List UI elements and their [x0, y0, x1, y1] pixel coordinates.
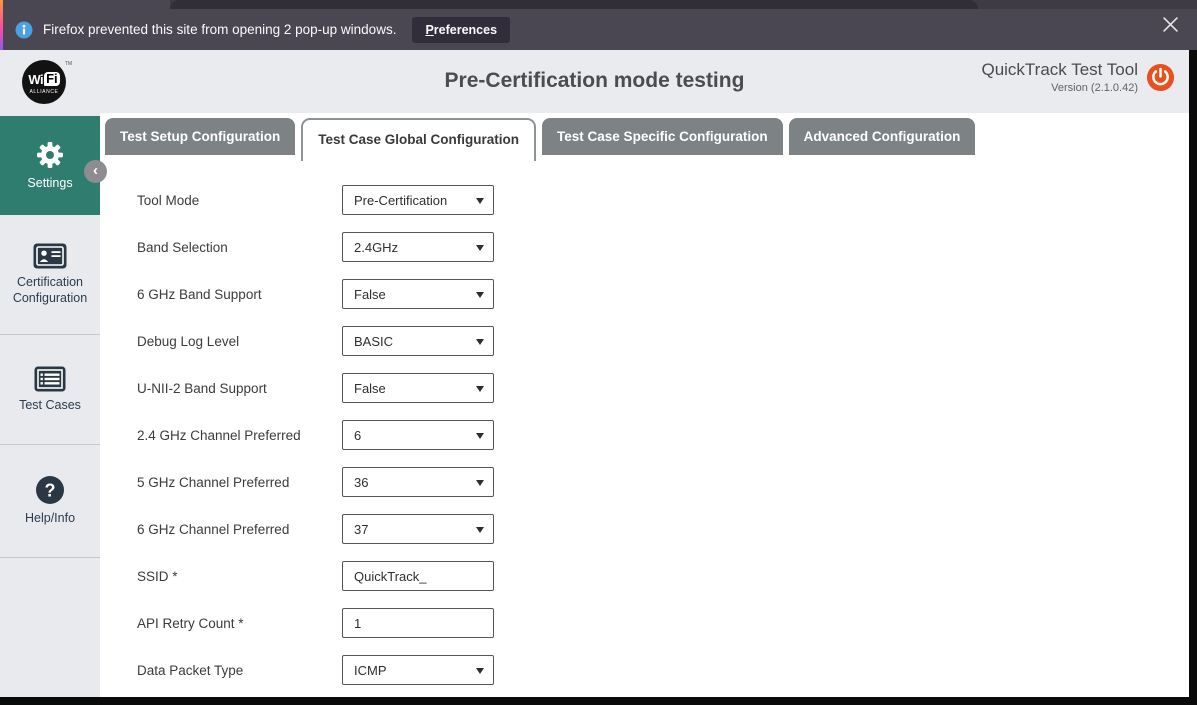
- sidebar-item-test-cases[interactable]: Test Cases: [0, 335, 100, 445]
- notification-content: Firefox prevented this site from opening…: [15, 9, 510, 50]
- 5ghz-channel-preferred-select[interactable]: 36: [342, 467, 494, 497]
- svg-text:?: ?: [45, 481, 56, 501]
- close-icon[interactable]: [1163, 17, 1178, 32]
- selected-value: False: [354, 381, 386, 396]
- selected-value: BASIC: [354, 334, 393, 349]
- field-label: Tool Mode: [137, 193, 342, 208]
- sidebar-item-label: Certification Configuration: [0, 275, 100, 306]
- selected-value: ICMP: [354, 663, 387, 678]
- form-row-5ghz-channel-preferred: 5 GHz Channel Preferred 36: [137, 467, 1189, 497]
- browser-tab-edge: [170, 0, 978, 9]
- debug-log-level-select[interactable]: BASIC: [342, 326, 494, 356]
- tab-label: Test Case Specific Configuration: [557, 129, 768, 144]
- app-name: QuickTrack Test Tool: [981, 60, 1138, 80]
- field-label: 5 GHz Channel Preferred: [137, 475, 342, 490]
- band-selection-select[interactable]: 2.4GHz: [342, 232, 494, 262]
- form-row-data-packet-type: Data Packet Type ICMP: [137, 655, 1189, 685]
- unii2-band-support-select[interactable]: False: [342, 373, 494, 403]
- dropdown-arrow-icon: [476, 386, 484, 392]
- chevron-left-icon: ‹: [93, 162, 98, 179]
- app-header: Wi Fi ALLIANCE TM Pre-Certification mode…: [0, 50, 1189, 114]
- form-row-tool-mode: Tool Mode Pre-Certification: [137, 185, 1189, 215]
- form-row-2-4ghz-channel-preferred: 2.4 GHz Channel Preferred 6: [137, 420, 1189, 450]
- main-content: Test Setup Configuration Test Case Globa…: [100, 113, 1189, 697]
- selected-value: 6: [354, 428, 361, 443]
- 6ghz-channel-preferred-select[interactable]: 37: [342, 514, 494, 544]
- id-card-icon: [33, 243, 67, 269]
- tab-test-setup-configuration[interactable]: Test Setup Configuration: [105, 118, 295, 155]
- api-retry-count-input[interactable]: 1: [342, 608, 494, 638]
- dropdown-arrow-icon: [476, 433, 484, 439]
- form-row-unii2-band-support: U-NII-2 Band Support False: [137, 373, 1189, 403]
- dropdown-arrow-icon: [476, 245, 484, 251]
- tab-test-case-global-configuration[interactable]: Test Case Global Configuration: [301, 118, 536, 161]
- form-row-6ghz-band-support: 6 GHz Band Support False: [137, 279, 1189, 309]
- gear-icon: [35, 140, 65, 170]
- data-packet-type-select[interactable]: ICMP: [342, 655, 494, 685]
- dropdown-arrow-icon: [476, 198, 484, 204]
- notification-text: Firefox prevented this site from opening…: [43, 22, 396, 37]
- selected-value: 36: [354, 475, 368, 490]
- 2-4ghz-channel-preferred-select[interactable]: 6: [342, 420, 494, 450]
- tab-advanced-configuration[interactable]: Advanced Configuration: [789, 118, 976, 155]
- window-edge-gradient: [0, 0, 3, 50]
- question-icon: ?: [35, 475, 65, 505]
- form-row-band-selection: Band Selection 2.4GHz: [137, 232, 1189, 262]
- form-row-api-retry-count: API Retry Count * 1: [137, 608, 1189, 638]
- selected-value: False: [354, 287, 386, 302]
- field-label: Data Packet Type: [137, 663, 342, 678]
- app-version: Version (2.1.0.42): [981, 82, 1138, 94]
- field-label: 6 GHz Channel Preferred: [137, 522, 342, 537]
- header-right: QuickTrack Test Tool Version (2.1.0.42): [981, 60, 1175, 94]
- field-label: U-NII-2 Band Support: [137, 381, 342, 396]
- configuration-form: Tool Mode Pre-Certification Band Selecti…: [137, 185, 1189, 685]
- dropdown-arrow-icon: [476, 527, 484, 533]
- 6ghz-band-support-select[interactable]: False: [342, 279, 494, 309]
- field-label: 2.4 GHz Channel Preferred: [137, 428, 342, 443]
- field-label: API Retry Count *: [137, 616, 342, 631]
- sidebar-item-certification-configuration[interactable]: Certification Configuration: [0, 215, 100, 335]
- tab-label: Advanced Configuration: [804, 129, 961, 144]
- tab-label: Test Case Global Configuration: [318, 132, 519, 147]
- firefox-notification-bar: Firefox prevented this site from opening…: [0, 0, 1197, 50]
- dropdown-arrow-icon: [476, 480, 484, 486]
- text-field[interactable]: [354, 569, 479, 584]
- sidebar-item-label: Settings: [27, 176, 72, 192]
- selected-value: 37: [354, 522, 368, 537]
- sidebar-nav: Settings Certification Configuration: [0, 113, 100, 697]
- sidebar-collapse-button[interactable]: ‹: [84, 160, 107, 183]
- info-icon: [15, 21, 33, 39]
- window-right-edge: [1189, 50, 1197, 705]
- sidebar-item-help-info[interactable]: ? Help/Info: [0, 445, 100, 558]
- form-row-6ghz-channel-preferred: 6 GHz Channel Preferred 37: [137, 514, 1189, 544]
- field-label: 6 GHz Band Support: [137, 287, 342, 302]
- form-row-ssid: SSID * QuickTrack_: [137, 561, 1189, 591]
- selected-value: 2.4GHz: [354, 240, 398, 255]
- power-icon[interactable]: [1146, 63, 1175, 92]
- field-label: SSID *: [137, 569, 342, 584]
- selected-value: Pre-Certification: [354, 193, 447, 208]
- list-icon: [34, 366, 66, 392]
- tool-mode-select[interactable]: Pre-Certification: [342, 185, 494, 215]
- app-identity: QuickTrack Test Tool Version (2.1.0.42): [981, 60, 1138, 94]
- dropdown-arrow-icon: [476, 339, 484, 345]
- text-field[interactable]: [354, 616, 479, 631]
- browser-chrome-strip: [170, 0, 1197, 9]
- logo-tm: TM: [65, 61, 72, 67]
- preferences-button[interactable]: Preferences: [412, 17, 510, 43]
- dropdown-arrow-icon: [476, 668, 484, 674]
- tab-test-case-specific-configuration[interactable]: Test Case Specific Configuration: [542, 118, 783, 155]
- dropdown-arrow-icon: [476, 292, 484, 298]
- ssid-input[interactable]: QuickTrack_: [342, 561, 494, 591]
- sidebar-item-label: Help/Info: [25, 511, 75, 527]
- form-row-debug-log-level: Debug Log Level BASIC: [137, 326, 1189, 356]
- tab-label: Test Setup Configuration: [120, 129, 280, 144]
- window-bottom-edge: [0, 697, 1197, 705]
- field-label: Band Selection: [137, 240, 342, 255]
- sidebar-item-label: Test Cases: [19, 398, 81, 414]
- tab-bar: Test Setup Configuration Test Case Globa…: [100, 113, 1189, 161]
- field-label: Debug Log Level: [137, 334, 342, 349]
- app-window: Firefox prevented this site from opening…: [0, 0, 1197, 705]
